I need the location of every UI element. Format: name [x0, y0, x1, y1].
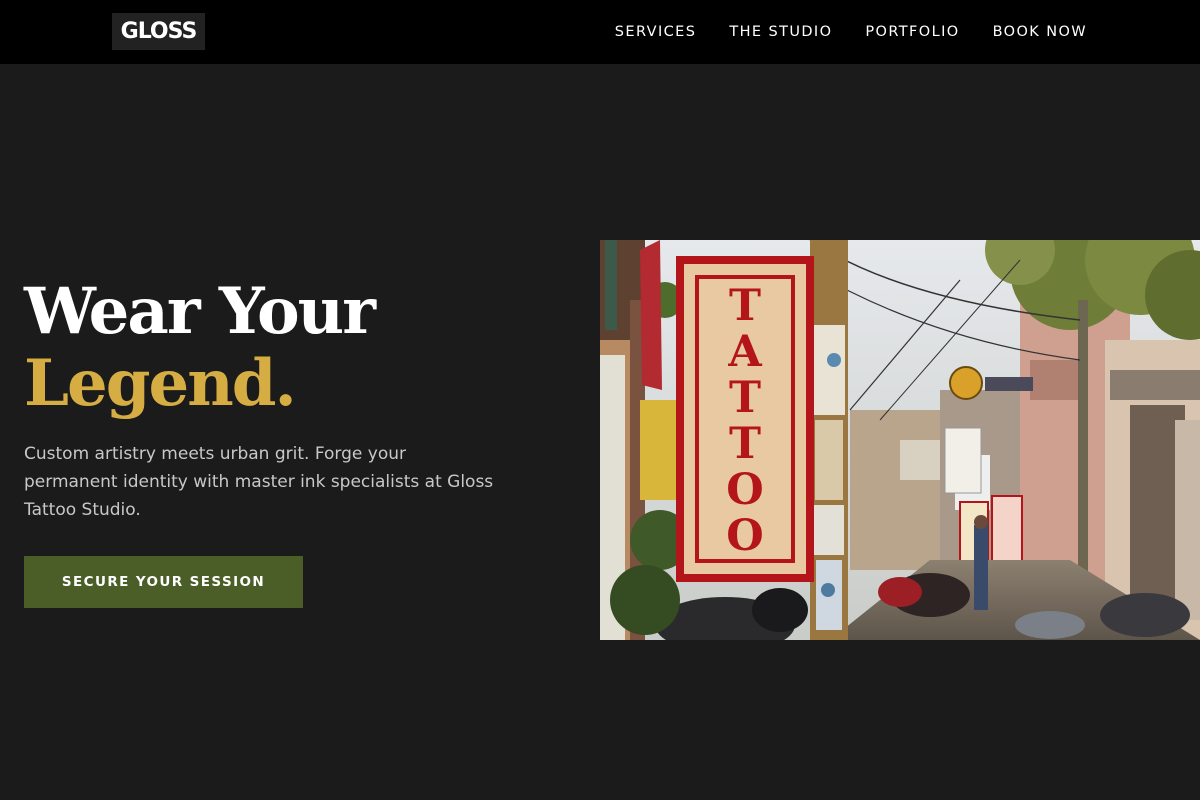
- hero-street-photo: T A T T O O: [600, 240, 1200, 640]
- nav-item-the-studio[interactable]: THE STUDIO: [729, 24, 832, 40]
- hero-description: Custom artistry meets urban grit. Forge …: [24, 444, 494, 520]
- sign-letter-1: T: [729, 281, 761, 331]
- hero-title: Wear Your Legend.: [24, 274, 376, 421]
- secure-session-button[interactable]: SECURE YOUR SESSION: [24, 556, 303, 608]
- nav-item-services[interactable]: SERVICES: [615, 24, 697, 40]
- sign-letter-5: O: [726, 465, 763, 515]
- tattoo-street-illustration: T A T T O O: [600, 240, 1200, 640]
- sign-letter-2: A: [727, 327, 762, 377]
- sign-letter-4: T: [729, 419, 761, 469]
- brand-logo[interactable]: GLOSS: [112, 13, 205, 50]
- main-nav: SERVICES THE STUDIO PORTFOLIO BOOK NOW: [615, 0, 1087, 64]
- sign-letter-3: T: [729, 373, 761, 423]
- hero-title-line2: Legend.: [24, 346, 297, 421]
- sign-letter-6: O: [726, 511, 763, 561]
- top-navbar: GLOSS SERVICES THE STUDIO PORTFOLIO BOOK…: [0, 0, 1200, 64]
- nav-item-book-now[interactable]: BOOK NOW: [993, 24, 1087, 40]
- nav-item-portfolio[interactable]: PORTFOLIO: [865, 24, 959, 40]
- hero-title-line1: Wear Your: [24, 274, 376, 349]
